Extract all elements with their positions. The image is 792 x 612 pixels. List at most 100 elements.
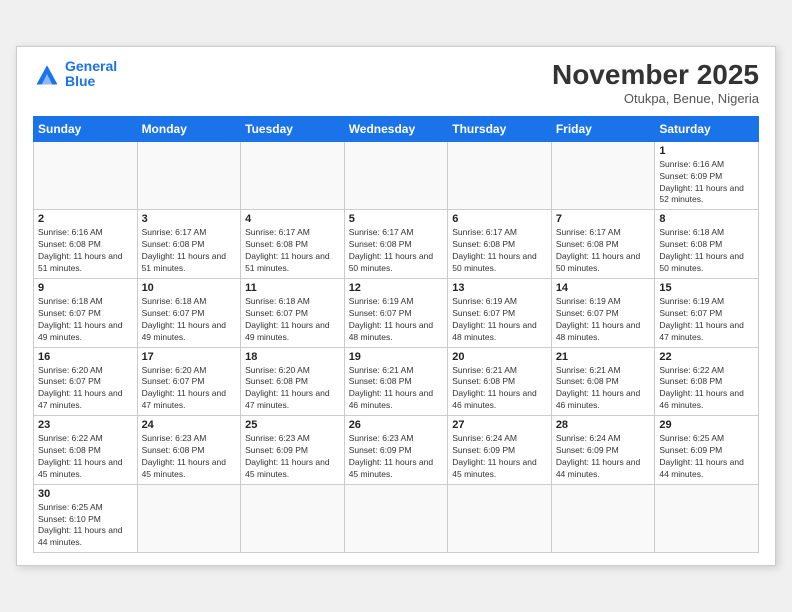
day-header-tuesday: Tuesday <box>241 116 345 141</box>
calendar-container: General Blue November 2025 Otukpa, Benue… <box>16 46 776 566</box>
day-number: 6 <box>452 213 547 225</box>
day-number: 30 <box>38 488 133 500</box>
week-row-4: 16 Sunrise: 6:20 AM Sunset: 6:07 PM Dayli… <box>34 347 759 416</box>
week-row-5: 23 Sunrise: 6:22 AM Sunset: 6:08 PM Dayli… <box>34 416 759 485</box>
cell-text: Sunrise: 6:24 AM Sunset: 6:09 PM Dayligh… <box>452 433 547 481</box>
logo-area: General Blue <box>33 59 117 90</box>
day-number: 11 <box>245 282 340 294</box>
day-number: 19 <box>349 351 444 363</box>
day-number: 13 <box>452 282 547 294</box>
calendar-cell <box>551 484 655 553</box>
calendar-cell: 14Sunrise: 6:19 AM Sunset: 6:07 PM Dayli… <box>551 278 655 347</box>
calendar-cell: 2 Sunrise: 6:16 AM Sunset: 6:08 PM Daylig… <box>34 210 138 279</box>
location: Otukpa, Benue, Nigeria <box>552 91 759 106</box>
day-header-friday: Friday <box>551 116 655 141</box>
calendar-cell: 3 Sunrise: 6:17 AM Sunset: 6:08 PM Daylig… <box>137 210 241 279</box>
day-number: 18 <box>245 351 340 363</box>
calendar-cell: 10Sunrise: 6:18 AM Sunset: 6:07 PM Dayli… <box>137 278 241 347</box>
title-area: November 2025 Otukpa, Benue, Nigeria <box>552 59 759 106</box>
cell-text: Sunrise: 6:17 AM Sunset: 6:08 PM Dayligh… <box>349 227 444 275</box>
day-number: 8 <box>659 213 754 225</box>
calendar-cell <box>344 141 448 210</box>
header-area: General Blue November 2025 Otukpa, Benue… <box>33 59 759 106</box>
day-number: 1 <box>659 145 754 157</box>
cell-text: Sunrise: 6:22 AM Sunset: 6:08 PM Dayligh… <box>38 433 133 481</box>
calendar-cell: 23 Sunrise: 6:22 AM Sunset: 6:08 PM Dayli… <box>34 416 138 485</box>
day-number: 4 <box>245 213 340 225</box>
cell-text: Sunrise: 6:17 AM Sunset: 6:08 PM Dayligh… <box>556 227 651 275</box>
calendar-cell: 6 Sunrise: 6:17 AM Sunset: 6:08 PM Daylig… <box>448 210 552 279</box>
calendar-cell <box>137 141 241 210</box>
calendar-cell: 15 Sunrise: 6:19 AM Sunset: 6:07 PM Dayli… <box>655 278 759 347</box>
calendar-cell <box>448 484 552 553</box>
day-number: 10 <box>142 282 237 294</box>
cell-text: Sunrise: 6:17 AM Sunset: 6:08 PM Dayligh… <box>452 227 547 275</box>
cell-text: Sunrise: 6:17 AM Sunset: 6:08 PM Dayligh… <box>142 227 237 275</box>
calendar-cell <box>448 141 552 210</box>
calendar-cell <box>137 484 241 553</box>
calendar-table: SundayMondayTuesdayWednesdayThursdayFrid… <box>33 116 759 553</box>
cell-text: Sunrise: 6:16 AM Sunset: 6:08 PM Dayligh… <box>38 227 133 275</box>
calendar-cell: 29 Sunrise: 6:25 AM Sunset: 6:09 PM Dayli… <box>655 416 759 485</box>
calendar-cell: 5 Sunrise: 6:17 AM Sunset: 6:08 PM Daylig… <box>344 210 448 279</box>
calendar-cell: 8Sunrise: 6:18 AM Sunset: 6:08 PM Daylig… <box>655 210 759 279</box>
calendar-cell: 4Sunrise: 6:17 AM Sunset: 6:08 PM Daylig… <box>241 210 345 279</box>
day-number: 7 <box>556 213 651 225</box>
day-number: 3 <box>142 213 237 225</box>
calendar-cell: 11Sunrise: 6:18 AM Sunset: 6:07 PM Dayli… <box>241 278 345 347</box>
cell-text: Sunrise: 6:23 AM Sunset: 6:09 PM Dayligh… <box>349 433 444 481</box>
day-number: 12 <box>349 282 444 294</box>
day-number: 23 <box>38 419 133 431</box>
day-number: 29 <box>659 419 754 431</box>
calendar-cell: 17Sunrise: 6:20 AM Sunset: 6:07 PM Dayli… <box>137 347 241 416</box>
logo-general: General <box>65 58 117 74</box>
day-number: 26 <box>349 419 444 431</box>
week-row-6: 30 Sunrise: 6:25 AM Sunset: 6:10 PM Dayli… <box>34 484 759 553</box>
week-row-2: 2 Sunrise: 6:16 AM Sunset: 6:08 PM Daylig… <box>34 210 759 279</box>
cell-text: Sunrise: 6:19 AM Sunset: 6:07 PM Dayligh… <box>556 296 651 344</box>
cell-text: Sunrise: 6:25 AM Sunset: 6:09 PM Dayligh… <box>659 433 754 481</box>
calendar-cell: 30 Sunrise: 6:25 AM Sunset: 6:10 PM Dayli… <box>34 484 138 553</box>
day-header-monday: Monday <box>137 116 241 141</box>
calendar-cell <box>551 141 655 210</box>
day-number: 5 <box>349 213 444 225</box>
day-number: 25 <box>245 419 340 431</box>
week-row-3: 9Sunrise: 6:18 AM Sunset: 6:07 PM Daylig… <box>34 278 759 347</box>
week-row-1: 1 Sunrise: 6:16 AM Sunset: 6:09 PM Daylig… <box>34 141 759 210</box>
cell-text: Sunrise: 6:25 AM Sunset: 6:10 PM Dayligh… <box>38 502 133 550</box>
cell-text: Sunrise: 6:21 AM Sunset: 6:08 PM Dayligh… <box>349 365 444 413</box>
day-number: 2 <box>38 213 133 225</box>
day-header-saturday: Saturday <box>655 116 759 141</box>
day-number: 16 <box>38 351 133 363</box>
calendar-cell <box>241 484 345 553</box>
cell-text: Sunrise: 6:23 AM Sunset: 6:09 PM Dayligh… <box>245 433 340 481</box>
logo-text: General Blue <box>65 59 117 90</box>
cell-text: Sunrise: 6:19 AM Sunset: 6:07 PM Dayligh… <box>659 296 754 344</box>
cell-text: Sunrise: 6:21 AM Sunset: 6:08 PM Dayligh… <box>452 365 547 413</box>
day-number: 22 <box>659 351 754 363</box>
generalblue-logo-icon <box>33 60 61 88</box>
cell-text: Sunrise: 6:21 AM Sunset: 6:08 PM Dayligh… <box>556 365 651 413</box>
calendar-cell: 9Sunrise: 6:18 AM Sunset: 6:07 PM Daylig… <box>34 278 138 347</box>
calendar-cell: 26 Sunrise: 6:23 AM Sunset: 6:09 PM Dayli… <box>344 416 448 485</box>
calendar-cell: 16 Sunrise: 6:20 AM Sunset: 6:07 PM Dayli… <box>34 347 138 416</box>
day-number: 27 <box>452 419 547 431</box>
day-number: 15 <box>659 282 754 294</box>
calendar-cell: 28Sunrise: 6:24 AM Sunset: 6:09 PM Dayli… <box>551 416 655 485</box>
calendar-cell: 18Sunrise: 6:20 AM Sunset: 6:08 PM Dayli… <box>241 347 345 416</box>
cell-text: Sunrise: 6:20 AM Sunset: 6:07 PM Dayligh… <box>38 365 133 413</box>
day-number: 28 <box>556 419 651 431</box>
day-header-sunday: Sunday <box>34 116 138 141</box>
calendar-cell <box>344 484 448 553</box>
day-number: 24 <box>142 419 237 431</box>
cell-text: Sunrise: 6:19 AM Sunset: 6:07 PM Dayligh… <box>452 296 547 344</box>
day-number: 20 <box>452 351 547 363</box>
calendar-cell: 7 Sunrise: 6:17 AM Sunset: 6:08 PM Daylig… <box>551 210 655 279</box>
month-title: November 2025 <box>552 59 759 91</box>
day-header-wednesday: Wednesday <box>344 116 448 141</box>
cell-text: Sunrise: 6:18 AM Sunset: 6:07 PM Dayligh… <box>38 296 133 344</box>
calendar-cell: 27 Sunrise: 6:24 AM Sunset: 6:09 PM Dayli… <box>448 416 552 485</box>
cell-text: Sunrise: 6:16 AM Sunset: 6:09 PM Dayligh… <box>659 159 754 207</box>
cell-text: Sunrise: 6:19 AM Sunset: 6:07 PM Dayligh… <box>349 296 444 344</box>
calendar-cell: 25 Sunrise: 6:23 AM Sunset: 6:09 PM Dayli… <box>241 416 345 485</box>
